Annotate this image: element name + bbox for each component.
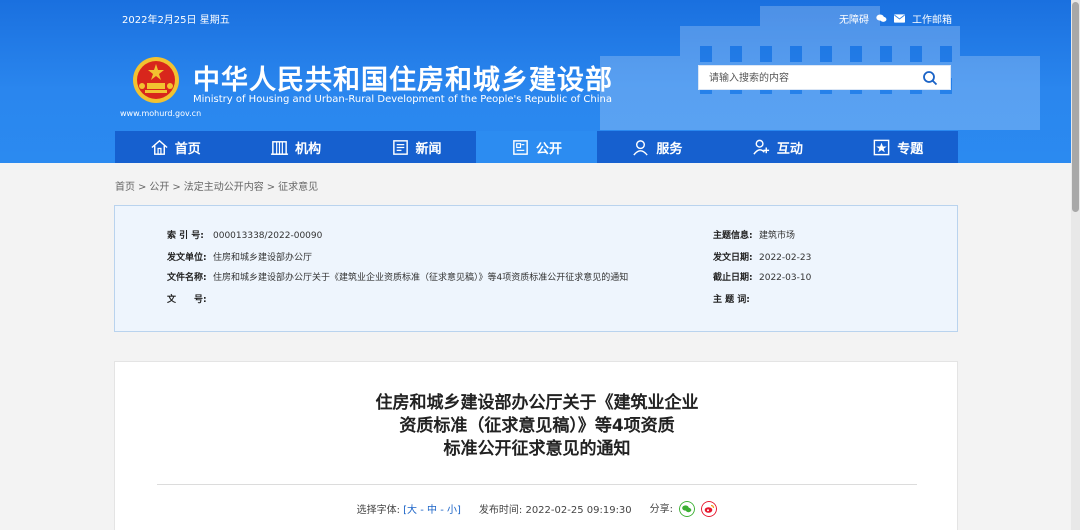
- nav-news[interactable]: 新闻: [356, 131, 476, 163]
- search-input[interactable]: [699, 67, 909, 90]
- font-large-link[interactable]: 大: [407, 505, 417, 516]
- main-nav: 首页 机构 新闻 公开 服务 互动 专题: [115, 131, 958, 163]
- national-emblem-logo[interactable]: [132, 56, 180, 104]
- info-date: 发文日期: 2022-02-23: [713, 253, 812, 263]
- nav-service[interactable]: 服务: [597, 131, 717, 163]
- info-issuer: 发文单位: 住房和城乡建设部办公厅: [167, 253, 313, 263]
- nav-topic[interactable]: 专题: [838, 131, 958, 163]
- scrollbar-thumb[interactable]: [1072, 2, 1079, 212]
- font-size-selector: 选择字体: [大 - 中 - 小]: [356, 505, 461, 516]
- info-keywords: 主 题 词:: [713, 295, 750, 305]
- site-subtitle: Ministry of Housing and Urban-Rural Deve…: [193, 94, 612, 105]
- topic-icon: [873, 139, 890, 155]
- building-icon: [271, 140, 289, 155]
- accessibility-link[interactable]: 无障碍: [839, 11, 869, 26]
- font-small-link[interactable]: 小: [447, 505, 457, 516]
- document-info-box: 索 引 号: 000013338/2022-00090 发文单位: 住房和城乡建设部…: [114, 205, 958, 332]
- wechat-icon[interactable]: [876, 14, 887, 23]
- service-icon: [633, 139, 649, 156]
- breadcrumb-statutory[interactable]: 法定主动公开内容: [184, 182, 264, 193]
- mail-icon[interactable]: [894, 14, 905, 23]
- info-topic: 主题信息: 建筑市场: [713, 231, 796, 241]
- nav-organization[interactable]: 机构: [235, 131, 355, 163]
- news-icon: [392, 139, 408, 155]
- home-icon: [151, 139, 168, 155]
- page-scrollbar[interactable]: [1071, 0, 1080, 530]
- info-filename: 文件名称: 住房和城乡建设部办公厅关于《建筑业企业资质标准（征求意见稿）》等4项资…: [167, 273, 629, 283]
- current-date: 2022年2月25日 星期五: [122, 15, 230, 26]
- title-divider: [157, 484, 917, 485]
- font-medium-link[interactable]: 中: [427, 505, 437, 516]
- work-mail-link[interactable]: 工作邮箱: [912, 11, 952, 26]
- topbar-links: 无障碍 工作邮箱: [839, 11, 952, 26]
- article-meta: 选择字体: [大 - 中 - 小] 发布时间: 2022-02-25 09:19…: [115, 500, 959, 517]
- breadcrumb-home[interactable]: 首页: [115, 182, 135, 193]
- publish-time: 发布时间: 2022-02-25 09:19:30: [478, 505, 632, 516]
- info-deadline: 截止日期: 2022-03-10: [713, 273, 812, 283]
- site-title: 中华人民共和国住房和城乡建设部: [193, 65, 613, 96]
- site-header: 2022年2月25日 星期五 无障碍 工作邮箱 中华人民共和国住房和城乡建设部 …: [0, 0, 1080, 163]
- breadcrumb: 首页 > 公开 > 法定主动公开内容 > 征求意见: [115, 182, 319, 193]
- breadcrumb-consultation[interactable]: 征求意见: [278, 182, 318, 193]
- interact-icon: [753, 139, 769, 155]
- nav-home[interactable]: 首页: [115, 131, 235, 163]
- share-wechat-icon[interactable]: [679, 501, 696, 517]
- search-icon[interactable]: [922, 70, 938, 86]
- info-index: 索 引 号: 000013338/2022-00090: [167, 231, 323, 241]
- article-title: 住房和城乡建设部办公厅关于《建筑业企业 资质标准（征求意见稿）》等4项资质 标准…: [375, 393, 699, 459]
- info-docno: 文 号:: [167, 295, 207, 305]
- share-weibo-icon[interactable]: [701, 501, 718, 517]
- nav-interact[interactable]: 互动: [717, 131, 837, 163]
- document-icon: [513, 139, 528, 155]
- share-group: 分享:: [650, 500, 718, 517]
- article-panel: 住房和城乡建设部办公厅关于《建筑业企业 资质标准（征求意见稿）》等4项资质 标准…: [114, 361, 958, 530]
- site-url: www.mohurd.gov.cn: [120, 109, 202, 118]
- nav-public[interactable]: 公开: [476, 131, 597, 163]
- search-box: [698, 65, 951, 90]
- breadcrumb-public[interactable]: 公开: [149, 182, 169, 193]
